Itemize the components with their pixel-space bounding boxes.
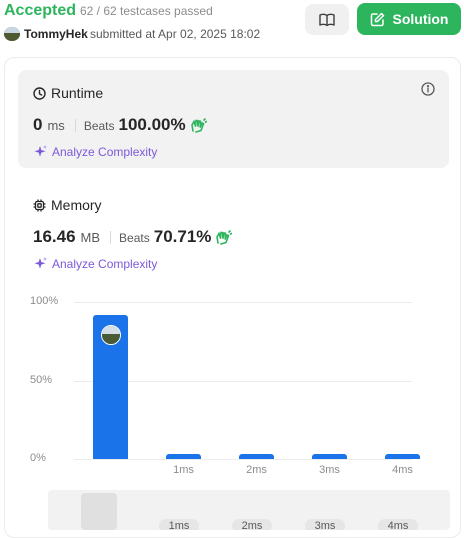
gridline — [74, 459, 412, 460]
bar-2ms[interactable] — [239, 454, 274, 459]
clap-icon — [215, 229, 233, 245]
book-open-icon — [319, 13, 335, 26]
memory-analyze-link[interactable]: Analyze Complexity — [33, 256, 157, 271]
memory-label-row[interactable]: Memory — [33, 197, 102, 213]
gridline — [74, 302, 412, 303]
memory-value: 16.46 — [33, 227, 76, 246]
runtime-distribution-chart: 0% 50% 100% 1ms 2ms 3ms 4ms — [5, 284, 460, 484]
runtime-unit: ms — [47, 118, 65, 133]
x-tick-label: 4ms — [392, 464, 413, 476]
bar-3ms[interactable] — [312, 454, 347, 459]
solution-button[interactable]: Solution — [357, 3, 461, 35]
runtime-beats-label: Beats — [83, 119, 115, 133]
bar-1ms[interactable] — [166, 454, 201, 459]
user-position-avatar — [100, 324, 121, 345]
runtime-analyze-link[interactable]: Analyze Complexity — [33, 144, 157, 159]
memory-divider — [110, 230, 112, 244]
memory-metric-row: 16.46 MB Beats 70.71% — [33, 227, 233, 247]
chart-navigator[interactable]: 1ms 2ms 3ms 4ms — [48, 490, 450, 530]
navigator-tick-label: 4ms — [378, 519, 418, 530]
runtime-metric-row: 0 ms Beats 100.00% — [33, 115, 207, 135]
user-avatar[interactable] — [4, 27, 20, 41]
navigator-tick-label: 2ms — [232, 519, 272, 530]
bar-4ms[interactable] — [385, 454, 420, 459]
memory-label: Memory — [51, 197, 102, 213]
solution-label: Solution — [392, 11, 449, 27]
x-tick-label: 3ms — [319, 464, 340, 476]
memory-unit: MB — [80, 230, 101, 245]
navigator-tick-label: 1ms — [159, 519, 199, 530]
clock-icon — [33, 86, 46, 100]
info-icon[interactable] — [421, 82, 435, 96]
submitted-time: submitted at Apr 02, 2025 18:02 — [90, 27, 261, 41]
username-link[interactable]: TommyHek — [24, 27, 88, 41]
runtime-divider — [74, 118, 76, 132]
runtime-card[interactable]: Runtime 0 ms Beats 100.00% Analyze Compl… — [18, 70, 449, 168]
runtime-value: 0 — [33, 115, 43, 134]
runtime-label: Runtime — [51, 85, 104, 101]
submission-header: Accepted 62 / 62 testcases passed TommyH… — [0, 0, 464, 46]
edit-icon — [370, 12, 384, 26]
x-tick-label: 2ms — [246, 464, 267, 476]
runtime-beats-percent: 100.00% — [118, 115, 186, 134]
runtime-analyze-label: Analyze Complexity — [52, 144, 158, 159]
y-tick-label: 0% — [30, 452, 46, 464]
y-tick-label: 100% — [30, 295, 59, 307]
x-tick-label: 1ms — [173, 464, 194, 476]
y-tick-label: 50% — [30, 373, 53, 386]
testcases-passed: 62 / 62 testcases passed — [80, 4, 213, 18]
sparkle-icon — [34, 145, 47, 157]
memory-analyze-label: Analyze Complexity — [52, 256, 158, 271]
navigator-handle[interactable] — [81, 493, 117, 530]
memory-beats-label: Beats — [119, 231, 150, 245]
memory-beats-percent: 70.71% — [153, 227, 212, 246]
navigator-tick-label: 3ms — [305, 519, 345, 530]
clap-icon — [190, 117, 207, 133]
status-accepted: Accepted — [4, 2, 77, 19]
result-panel: Runtime 0 ms Beats 100.00% Analyze Compl… — [4, 57, 461, 538]
chip-icon — [33, 199, 46, 211]
editorial-button[interactable] — [305, 4, 349, 35]
sparkle-icon — [34, 257, 47, 269]
runtime-label-row: Runtime — [33, 85, 103, 101]
